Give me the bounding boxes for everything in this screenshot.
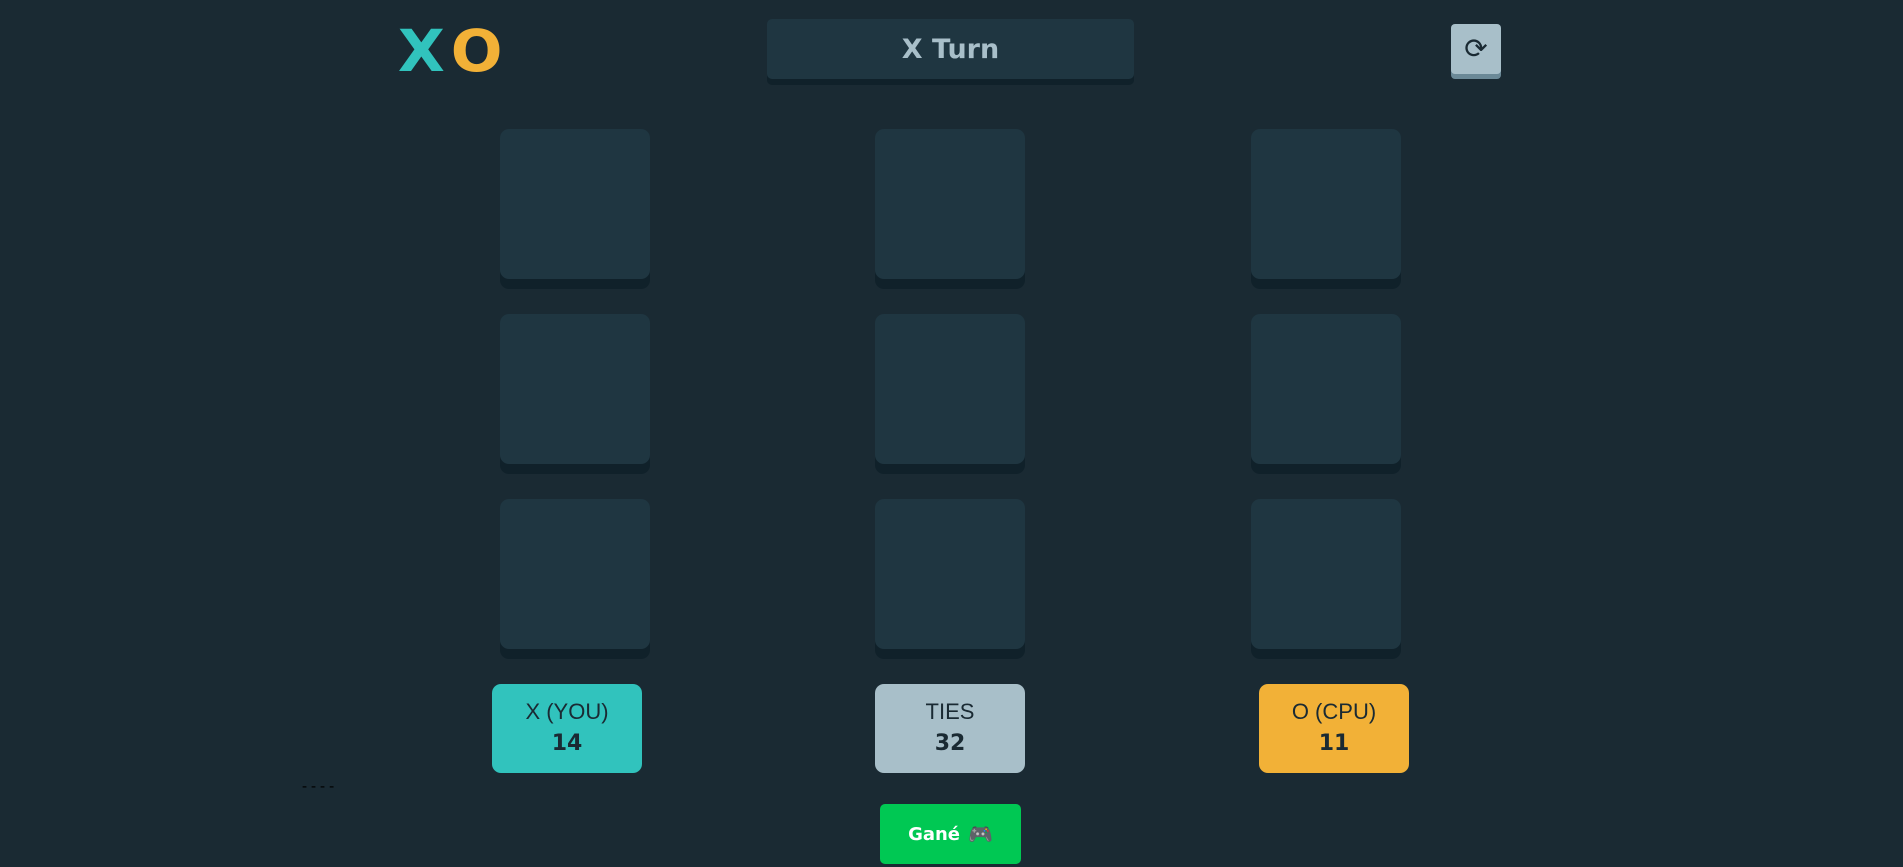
score-x: X (YOU) 14 xyxy=(492,684,642,773)
game-screen: X O X Turn ⟳ X (YOU) 14 TIES 32 O (CPU) … xyxy=(0,0,1903,867)
score-o-label: O (CPU) xyxy=(1291,698,1377,724)
board-cell-9[interactable] xyxy=(1251,499,1401,649)
board-cell-7[interactable] xyxy=(500,499,650,649)
restart-icon: ⟳ xyxy=(1464,32,1488,65)
gamepad-icon: 🎮 xyxy=(968,822,993,846)
game-button[interactable]: Gané 🎮 xyxy=(880,804,1021,864)
board-cell-6[interactable] xyxy=(1251,314,1401,464)
board-cell-2[interactable] xyxy=(875,129,1025,279)
score-x-value: 14 xyxy=(551,730,583,756)
score-ties-value: 32 xyxy=(934,730,966,756)
board-cell-5[interactable] xyxy=(875,314,1025,464)
restart-button[interactable]: ⟳ xyxy=(1451,24,1501,74)
logo-x: X xyxy=(397,17,445,85)
board-cell-8[interactable] xyxy=(875,499,1025,649)
board-cell-1[interactable] xyxy=(500,129,650,279)
score-o: O (CPU) 11 xyxy=(1259,684,1409,773)
score-x-label: X (YOU) xyxy=(525,698,609,724)
dash-text: ---- xyxy=(300,777,337,795)
score-ties-label: TIES xyxy=(925,698,975,724)
logo-o: O xyxy=(450,17,503,85)
board-cell-3[interactable] xyxy=(1251,129,1401,279)
game-button-label: Gané xyxy=(908,823,961,845)
logo: X O xyxy=(397,17,503,85)
score-o-value: 11 xyxy=(1318,730,1350,756)
board-cell-4[interactable] xyxy=(500,314,650,464)
score-ties: TIES 32 xyxy=(875,684,1025,773)
turn-indicator: X Turn xyxy=(767,19,1134,79)
turn-label: X Turn xyxy=(901,33,1000,65)
